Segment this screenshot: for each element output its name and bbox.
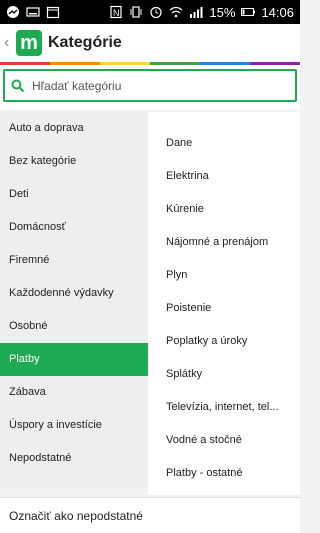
nfc-icon: N <box>110 5 123 19</box>
subcategory-item[interactable]: Poplatky a úroky <box>148 325 300 358</box>
back-icon[interactable]: ‹ <box>4 34 14 52</box>
wifi-icon <box>170 6 183 18</box>
category-item[interactable]: Deti <box>0 178 148 211</box>
subcategory-item[interactable]: Elektrina <box>148 160 300 193</box>
calendar-icon <box>46 6 60 19</box>
vibrate-icon <box>130 6 142 18</box>
search-box[interactable] <box>3 69 297 102</box>
subcategory-item[interactable]: Televízia, internet, tel... <box>148 391 300 424</box>
alarm-icon <box>150 6 163 19</box>
mark-unessential-button[interactable]: Označiť ako nepodstatné <box>0 497 300 533</box>
page-title: Kategórie <box>48 34 122 51</box>
category-item-selected[interactable]: Platby <box>0 343 156 376</box>
subcategory-item[interactable]: Platby - ostatné <box>148 457 300 490</box>
svg-text:N: N <box>113 8 120 18</box>
category-item[interactable]: Firemné <box>0 244 148 277</box>
subcategory-item[interactable]: Plyn <box>148 259 300 292</box>
status-bar: N 15% 14:06 <box>0 0 300 24</box>
search-container <box>0 65 300 110</box>
signal-icon <box>190 7 203 18</box>
subcategory-item[interactable]: Dane <box>148 127 300 160</box>
subcategory-item[interactable]: Kúrenie <box>148 193 300 226</box>
category-item[interactable]: Zábava <box>0 376 148 409</box>
category-item[interactable]: Domácnosť <box>0 211 148 244</box>
messenger-icon <box>7 6 19 18</box>
category-item[interactable]: Úspory a investície <box>0 409 148 442</box>
search-icon <box>11 79 25 92</box>
subcategory-item[interactable]: Splátky <box>148 358 300 391</box>
subcategory-item[interactable]: Vodné a stočné <box>148 424 300 457</box>
battery-percentage: 15% <box>209 4 236 20</box>
subcategory-item[interactable]: Poistenie <box>148 292 300 325</box>
category-item[interactable]: Bez kategórie <box>0 145 148 178</box>
clock: 14:06 <box>261 4 294 20</box>
app-bar: ‹ m Kategórie <box>0 24 300 62</box>
category-list: Auto a doprava Bez kategórie Deti Domácn… <box>0 112 156 488</box>
category-item[interactable]: Osobné <box>0 310 148 343</box>
keyboard-icon <box>26 7 40 17</box>
category-item[interactable]: Nepodstatné <box>0 442 148 475</box>
search-input[interactable] <box>30 77 274 94</box>
app-logo: m <box>16 30 42 56</box>
battery-icon <box>241 8 256 16</box>
category-item[interactable]: Auto a doprava <box>0 112 148 145</box>
subcategory-list: Dane Elektrina Kúrenie Nájomné a prenájo… <box>148 112 300 495</box>
category-item[interactable]: Každodenné výdavky <box>0 277 148 310</box>
subcategory-item[interactable]: Nájomné a prenájom <box>148 226 300 259</box>
